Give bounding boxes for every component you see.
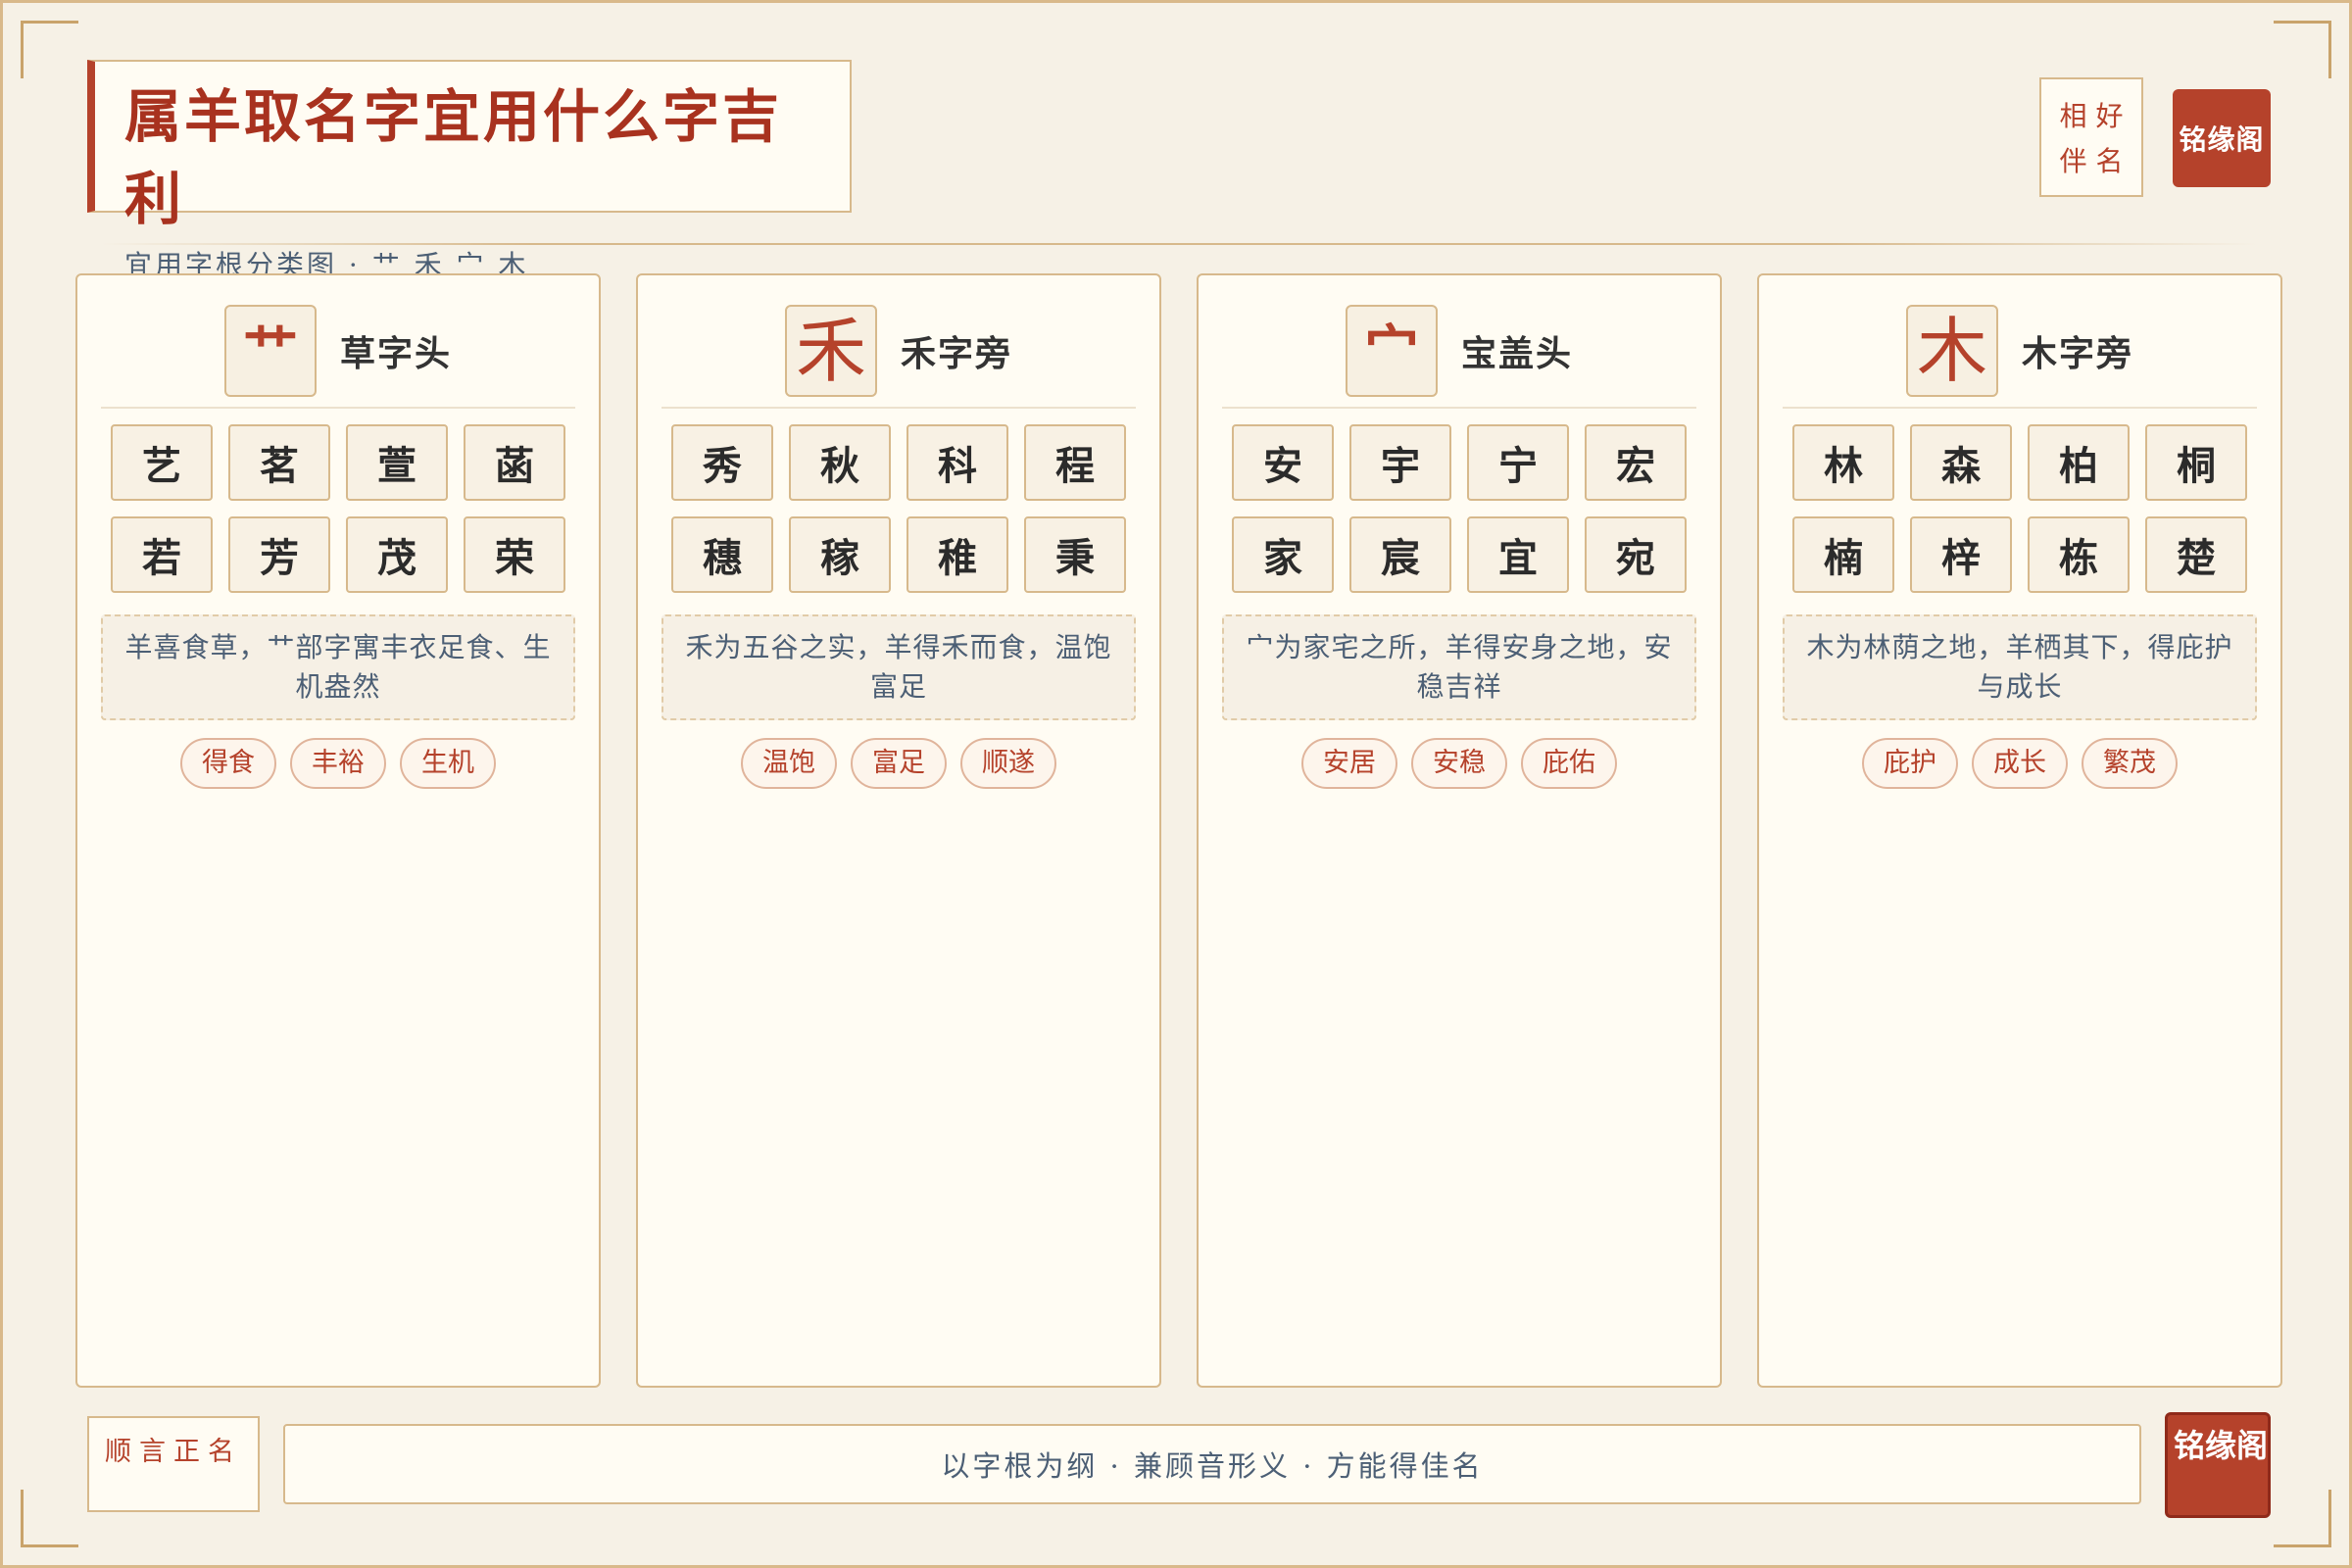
column-title: 宝盖头 — [1460, 333, 1573, 374]
corner-ornament-bottom-left — [21, 1490, 78, 1547]
header-divider — [101, 243, 2257, 245]
radical-columns: 艹 草字头 艺 茗 萱 菡 若 芳 茂 荣 羊喜食草，艹部字寓丰衣足食、生机盎然… — [75, 273, 2282, 1388]
char-cell: 秋 — [789, 424, 891, 501]
radical-badge: 艹 — [223, 305, 317, 397]
char-cell: 宏 — [1585, 424, 1687, 501]
seal-box: 相 好 伴 名 — [2039, 77, 2143, 197]
tag: 庇佑 — [1521, 738, 1617, 789]
tag: 温饱 — [741, 738, 837, 789]
char-cell: 栋 — [2028, 516, 2130, 593]
tag-list: 得食 丰裕 生机 — [101, 738, 575, 789]
column-title: 木字旁 — [2021, 333, 2133, 374]
tag: 成长 — [1972, 738, 2068, 789]
char-cell: 宸 — [1349, 516, 1451, 593]
column-title: 禾字旁 — [900, 333, 1012, 374]
char-grid: 林 森 柏 桐 楠 梓 栋 楚 — [1783, 424, 2257, 593]
footer-brand-stamp: 铭缘阁 — [2165, 1412, 2271, 1518]
tag: 安稳 — [1411, 738, 1507, 789]
tag: 顺遂 — [960, 738, 1056, 789]
char-cell: 桐 — [2145, 424, 2247, 501]
column-title: 草字头 — [339, 333, 452, 374]
corner-ornament-top-left — [21, 21, 78, 78]
tag-list: 庇护 成长 繁茂 — [1783, 738, 2257, 789]
char-cell: 宇 — [1349, 424, 1451, 501]
char-cell: 秉 — [1024, 516, 1126, 593]
column-note: 木为林荫之地，羊栖其下，得庇护与成长 — [1783, 614, 2257, 720]
char-cell: 楠 — [1792, 516, 1894, 593]
tag: 得食 — [180, 738, 276, 789]
tag: 繁茂 — [2082, 738, 2178, 789]
radical-badge: 宀 — [1345, 305, 1438, 397]
tag-list: 安居 安稳 庇佑 — [1222, 738, 1696, 789]
corner-ornament-top-right — [2274, 21, 2331, 78]
char-cell: 稼 — [789, 516, 891, 593]
tag: 庇护 — [1862, 738, 1958, 789]
radical-badge: 木 — [1905, 305, 1998, 397]
char-cell: 艺 — [111, 424, 213, 501]
corner-ornament-bottom-right — [2274, 1490, 2331, 1547]
char-grid: 安 宇 宁 宏 家 宸 宜 宛 — [1222, 424, 1696, 593]
char-cell: 楚 — [2145, 516, 2247, 593]
char-cell: 茂 — [346, 516, 448, 593]
tag-list: 温饱 富足 顺遂 — [662, 738, 1136, 789]
seal-char: 伴 — [2059, 145, 2087, 177]
tag: 丰裕 — [290, 738, 386, 789]
tag: 富足 — [851, 738, 947, 789]
column-note: 羊喜食草，艹部字寓丰衣足食、生机盎然 — [101, 614, 575, 720]
char-cell: 芳 — [228, 516, 330, 593]
char-cell: 宜 — [1467, 516, 1569, 593]
char-cell: 茗 — [228, 424, 330, 501]
char-cell: 宁 — [1467, 424, 1569, 501]
char-cell: 梓 — [1910, 516, 2012, 593]
char-cell: 家 — [1232, 516, 1334, 593]
char-cell: 林 — [1792, 424, 1894, 501]
column-note: 禾为五谷之实，羊得禾而食，温饱富足 — [662, 614, 1136, 720]
brand-stamp: 铭缘阁 — [2173, 89, 2271, 187]
char-cell: 若 — [111, 516, 213, 593]
char-cell: 科 — [906, 424, 1008, 501]
column-header: 禾 禾字旁 — [662, 305, 1136, 409]
seal-char: 名 — [2095, 145, 2124, 177]
char-grid: 艺 茗 萱 菡 若 芳 茂 荣 — [101, 424, 575, 593]
column-cao: 艹 草字头 艺 茗 萱 菡 若 芳 茂 荣 羊喜食草，艹部字寓丰衣足食、生机盎然… — [75, 273, 601, 1388]
char-cell: 安 — [1232, 424, 1334, 501]
char-cell: 程 — [1024, 424, 1126, 501]
column-note: 宀为家宅之所，羊得安身之地，安稳吉祥 — [1222, 614, 1696, 720]
footer-motto: 顺言正名 — [87, 1416, 260, 1512]
page-title: 属羊取名字宜用什么字吉利 — [124, 83, 783, 232]
char-cell: 穗 — [671, 516, 773, 593]
tag: 安居 — [1301, 738, 1397, 789]
char-cell: 菡 — [464, 424, 565, 501]
char-cell: 森 — [1910, 424, 2012, 501]
char-grid: 秀 秋 科 程 穗 稼 稚 秉 — [662, 424, 1136, 593]
column-mu: 木 木字旁 林 森 柏 桐 楠 梓 栋 楚 木为林荫之地，羊栖其下，得庇护与成长… — [1757, 273, 2282, 1388]
footer-slogan: 以字根为纲 · 兼顾音形义 · 方能得佳名 — [283, 1424, 2141, 1504]
column-baogai: 宀 宝盖头 安 宇 宁 宏 家 宸 宜 宛 宀为家宅之所，羊得安身之地，安稳吉祥… — [1197, 273, 1722, 1388]
char-cell: 稚 — [906, 516, 1008, 593]
column-header: 木 木字旁 — [1783, 305, 2257, 409]
radical-badge: 禾 — [784, 305, 877, 397]
title-box: 属羊取名字宜用什么字吉利 宜用字根分类图 · 艹 禾 宀 木 — [87, 60, 852, 281]
column-he: 禾 禾字旁 秀 秋 科 程 穗 稼 稚 秉 禾为五谷之实，羊得禾而食，温饱富足 … — [636, 273, 1161, 1388]
column-header: 宀 宝盖头 — [1222, 305, 1696, 409]
char-cell: 秀 — [671, 424, 773, 501]
char-cell: 宛 — [1585, 516, 1687, 593]
column-header: 艹 草字头 — [101, 305, 575, 409]
char-cell: 柏 — [2028, 424, 2130, 501]
tag: 生机 — [400, 738, 496, 789]
char-cell: 荣 — [464, 516, 565, 593]
seal-char: 相 — [2059, 100, 2087, 132]
char-cell: 萱 — [346, 424, 448, 501]
page: 属羊取名字宜用什么字吉利 宜用字根分类图 · 艹 禾 宀 木 相 好 伴 名 铭… — [0, 0, 2352, 1568]
seal-char: 好 — [2095, 100, 2124, 132]
